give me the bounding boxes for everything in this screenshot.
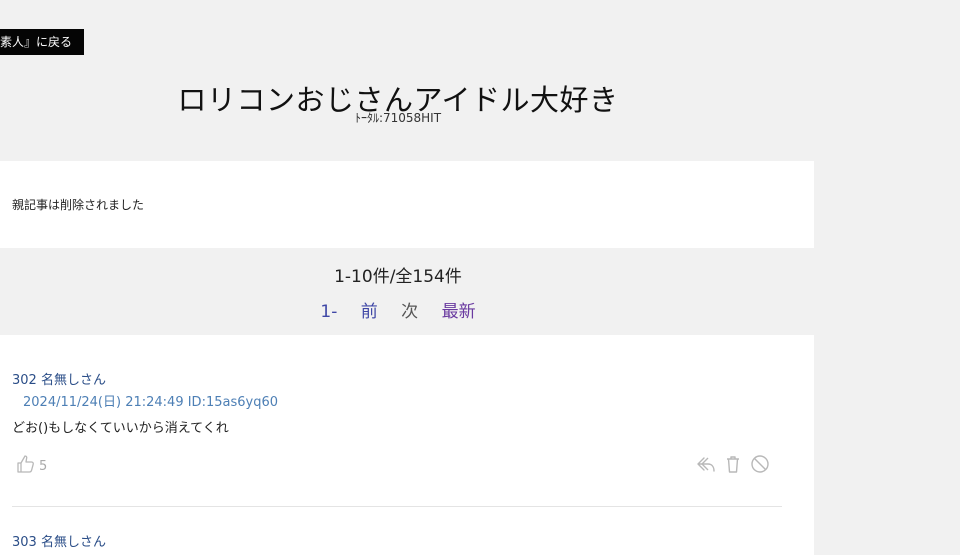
- like-count: 5: [39, 458, 48, 474]
- pagination: 1- 前 次 最新: [0, 297, 796, 322]
- reply-icon[interactable]: [695, 454, 717, 474]
- like-button[interactable]: 5: [16, 454, 47, 478]
- page-latest-link[interactable]: 最新: [442, 302, 476, 322]
- result-range: 1-10件/全154件: [334, 267, 462, 287]
- post-divider: [12, 506, 782, 507]
- thumbs-up-icon: [16, 454, 36, 478]
- post-date: 2024/11/24(日) 21:24:49 ID:15as6yq60: [23, 395, 278, 410]
- post-actions: [695, 454, 771, 474]
- posts-panel: 302 名無しさん 2024/11/24(日) 21:24:49 ID:15as…: [0, 335, 814, 555]
- post-header: 303 名無しさん: [12, 535, 106, 550]
- block-icon[interactable]: [749, 454, 771, 474]
- page-prev-link[interactable]: 前: [361, 302, 378, 322]
- back-button[interactable]: 素人』に戻る: [0, 29, 85, 55]
- trash-icon[interactable]: [723, 454, 743, 474]
- parent-post-panel: 親記事は削除されました: [0, 161, 814, 248]
- total-hit-count: ﾄｰﾀﾙ:71058HIT: [354, 111, 442, 125]
- page-next-link[interactable]: 次: [401, 302, 418, 322]
- post-header: 302 名無しさん: [12, 373, 106, 388]
- post-body: どお()もしなくていいから消えてくれ: [12, 421, 229, 436]
- page-first-link[interactable]: 1-: [320, 302, 337, 322]
- parent-deleted-message: 親記事は削除されました: [12, 198, 145, 212]
